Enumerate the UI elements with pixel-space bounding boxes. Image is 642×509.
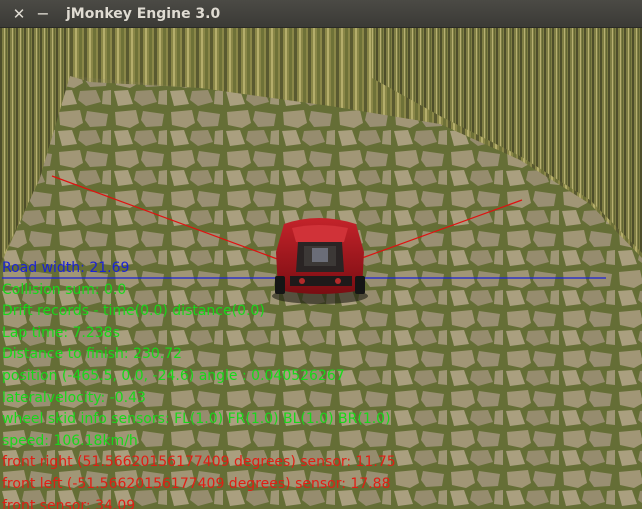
speed-readout: speed: 106.18km/h	[2, 432, 138, 449]
road-width-readout: Road width: 21.69	[2, 260, 130, 276]
lap-time-readout: Lap time: 7.238s	[2, 324, 120, 341]
window-title: jMonkey Engine 3.0	[66, 6, 221, 22]
front-sensor-readout: front sensor: 34.09	[2, 497, 136, 509]
game-viewport[interactable]: Road width: 21.69 Collision sum: 0.0 Dri…	[0, 28, 642, 509]
collision-sum-readout: Collision sum: 0.0	[2, 281, 127, 298]
front-left-sensor-readout: front left (-51.56620156177409 degrees) …	[2, 475, 391, 492]
drift-records-readout: Drift records - time(0.0) distance(0.0)	[2, 303, 265, 320]
distance-to-finish-readout: Distance to finish: 230.72	[2, 346, 183, 363]
wheel-skid-readout: wheel skid info sensors: FL(1.0) FR(1.0)…	[2, 411, 391, 428]
hud-overlay: Road width: 21.69 Collision sum: 0.0 Dri…	[2, 258, 640, 509]
front-right-sensor-readout: front right (51.56620156177409 degrees) …	[2, 454, 396, 471]
close-icon[interactable]: ✕	[9, 4, 29, 24]
lateral-velocity-readout: lateralvelocity: -0.43	[2, 389, 146, 406]
window-titlebar[interactable]: ✕ − jMonkey Engine 3.0	[0, 0, 642, 28]
position-angle-readout: position (-465.5, 0.0, -24.6) angle : 0.…	[2, 367, 345, 384]
minimize-icon[interactable]: −	[33, 4, 53, 24]
game-window: ✕ − jMonkey Engine 3.0 Road width: 21.69…	[0, 0, 642, 509]
